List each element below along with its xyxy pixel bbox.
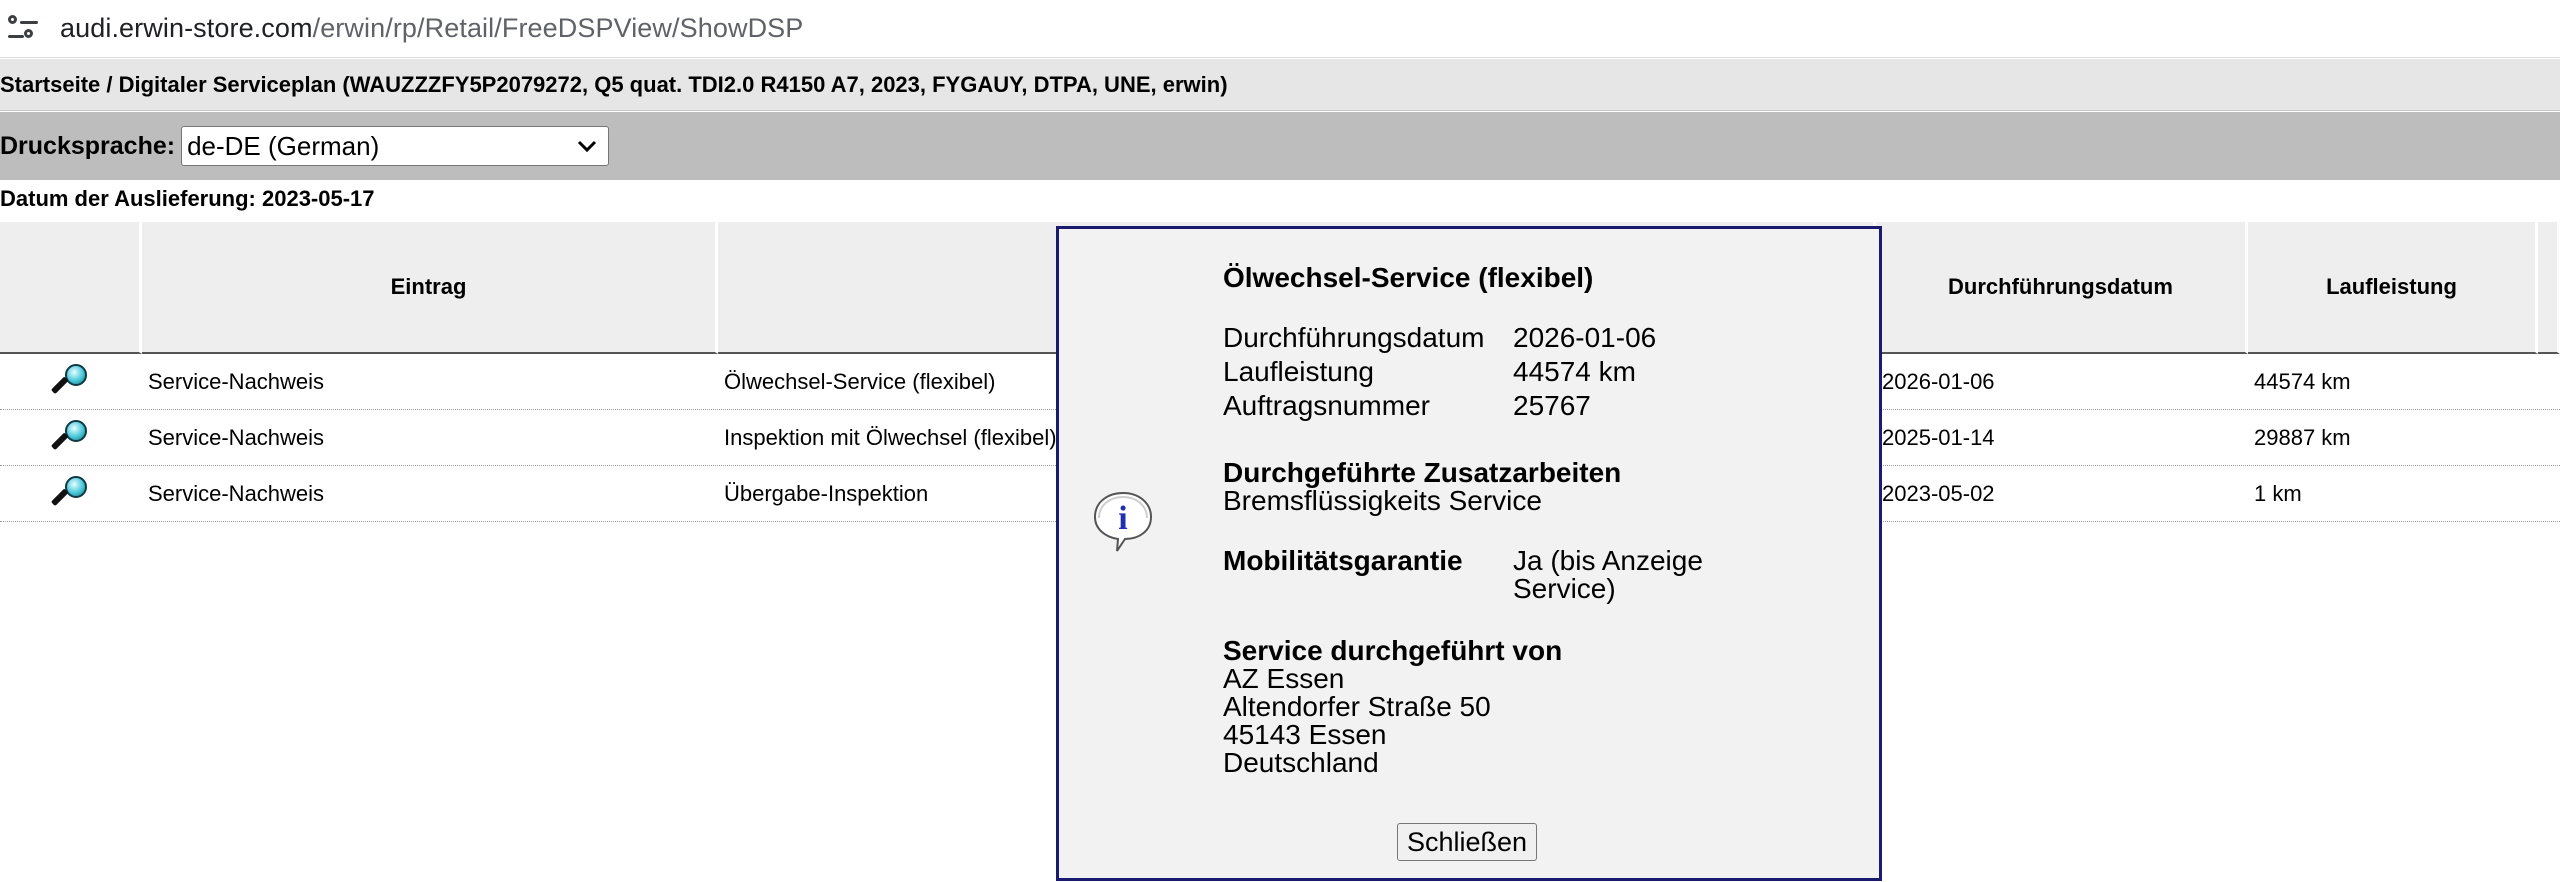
- detail-value: 44574 km: [1513, 356, 1636, 387]
- url-host: audi.erwin-store.com: [60, 13, 313, 43]
- url-path: /erwin/rp/Retail/FreeDSPView/ShowDSP: [312, 13, 804, 43]
- row-mileage: 44574 km: [2254, 368, 2351, 394]
- header-mileage[interactable]: Laufleistung: [2248, 222, 2538, 354]
- close-button[interactable]: Schließen: [1397, 823, 1538, 861]
- address-line: AZ Essen: [1223, 663, 1345, 694]
- row-entry: Service-Nachweis: [148, 424, 325, 450]
- row-entry: Service-Nachweis: [148, 480, 325, 506]
- site-info-icon[interactable]: [6, 14, 40, 44]
- extra-work-section: Durchgeführte Zusatzarbeiten Bremsflüssi…: [1223, 459, 1863, 515]
- delivery-date: Datum der Auslieferung: 2023-05-17: [0, 186, 375, 211]
- mobility-value: Ja (bis Anzeige Service): [1513, 545, 1703, 604]
- mobility-section: Mobilitätsgarantie Ja (bis Anzeige Servi…: [1223, 547, 1863, 603]
- info-icon: i: [1087, 487, 1157, 557]
- svg-text:i: i: [1118, 500, 1127, 537]
- address-line: 45143 Essen: [1223, 719, 1387, 750]
- address-line: Deutschland: [1223, 747, 1379, 778]
- performed-by-heading: Service durchgeführt von: [1223, 635, 1563, 666]
- header-date[interactable]: Durchführungsdatum: [1876, 222, 2248, 354]
- address-bar[interactable]: audi.erwin-store.com/erwin/rp/Retail/Fre…: [0, 0, 2560, 58]
- print-language-bar: Drucksprache: de-DE (German): [0, 112, 2560, 180]
- detail-row: Laufleistung 44574 km: [1223, 355, 1863, 389]
- row-date: 2025-01-14: [1882, 424, 1995, 450]
- detail-value: 2026-01-06: [1513, 322, 1657, 353]
- detail-label: Durchführungsdatum: [1223, 322, 1485, 353]
- row-date: 2026-01-06: [1882, 368, 1995, 394]
- extra-work-value: Bremsflüssigkeits Service: [1223, 485, 1542, 516]
- extra-work-heading: Durchgeführte Zusatzarbeiten: [1223, 457, 1622, 488]
- performed-by-section: Service durchgeführt von AZ Essen Altend…: [1223, 637, 1863, 777]
- header-extra: [2538, 222, 2560, 354]
- row-entry: Service-Nachweis: [148, 368, 325, 394]
- header-icon-col: [0, 222, 142, 354]
- print-language-label: Drucksprache:: [0, 131, 176, 160]
- url-text[interactable]: audi.erwin-store.com/erwin/rp/Retail/Fre…: [60, 13, 803, 44]
- dialog-title: Ölwechsel-Service (flexibel): [1223, 262, 1594, 293]
- mobility-label: Mobilitätsgarantie: [1223, 545, 1463, 576]
- detail-label: Laufleistung: [1223, 356, 1375, 387]
- detail-row: Auftragsnummer 25767: [1223, 389, 1863, 423]
- magnifier-icon[interactable]: [50, 474, 91, 514]
- row-date: 2023-05-02: [1882, 480, 1995, 506]
- detail-value: 25767: [1513, 390, 1591, 421]
- print-language-value: de-DE (German): [187, 131, 380, 161]
- magnifier-icon[interactable]: [50, 362, 91, 402]
- row-mileage: 29887 km: [2254, 424, 2351, 450]
- detail-row: Durchführungsdatum 2026-01-06: [1223, 321, 1863, 355]
- row-mileage: 1 km: [2254, 480, 2302, 506]
- chevron-down-icon: [576, 127, 598, 177]
- address-line: Altendorfer Straße 50: [1223, 691, 1491, 722]
- dialog-content: Ölwechsel-Service (flexibel) Durchführun…: [1223, 261, 1863, 777]
- service-detail-dialog: i Ölwechsel-Service (flexibel) Durchführ…: [1056, 226, 1882, 881]
- dealer-address: AZ Essen Altendorfer Straße 50 45143 Ess…: [1223, 665, 1863, 777]
- print-language-select[interactable]: de-DE (German): [181, 126, 610, 166]
- header-entry[interactable]: Eintrag: [142, 222, 718, 354]
- breadcrumb: Startseite / Digitaler Serviceplan (WAUZ…: [0, 59, 2560, 111]
- magnifier-icon[interactable]: [50, 418, 91, 458]
- detail-label: Auftragsnummer: [1223, 390, 1430, 421]
